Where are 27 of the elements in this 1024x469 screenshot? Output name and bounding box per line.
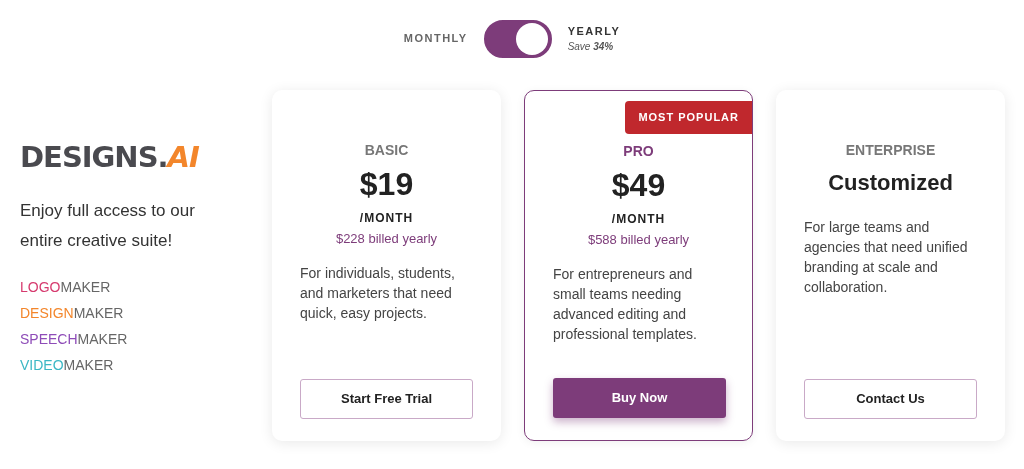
billed-amount: $588 billed yearly	[586, 231, 691, 249]
billing-toggle[interactable]	[483, 19, 552, 58]
product-link[interactable]: SPEECHMAKER	[20, 330, 128, 348]
plan-price: $49	[610, 166, 667, 205]
plan-button[interactable]: Contact Us	[804, 379, 977, 419]
plan-name: BASIC	[363, 141, 410, 160]
billing-label[interactable]: MONTHLY	[403, 30, 468, 47]
popular-badge: MOST POPULAR	[625, 101, 752, 134]
product-link[interactable]: DESIGNMAKER	[20, 304, 124, 322]
plan-price: $19	[358, 165, 415, 204]
price-period: /MONTH	[358, 210, 415, 227]
billing-label[interactable]: YEARLY	[567, 22, 621, 40]
billed-amount: $228 billed yearly	[334, 230, 439, 248]
plan-price: Customized	[827, 169, 954, 197]
plan-description: For large teams and agencies that need unified branding at scale and collaboration.	[804, 218, 969, 297]
plan-button[interactable]: Start Free Trial	[300, 379, 473, 419]
plan-name: PRO	[622, 142, 655, 161]
plan-name: ENTERPRISE	[844, 141, 937, 160]
plan-button[interactable]: Buy Now	[553, 378, 726, 418]
logo: DESIGNS.AI	[20, 142, 200, 172]
tagline: Enjoy full access to our entire creative suite!	[20, 200, 196, 252]
product-link[interactable]: VIDEOMAKER	[20, 356, 114, 374]
price-period: /MONTH	[610, 211, 667, 228]
plan-description: For entrepreneurs and small teams needing advanced editing and professional templates.	[553, 264, 698, 344]
savings-note: Save 34%	[567, 40, 615, 55]
product-link[interactable]: LOGOMAKER	[20, 278, 111, 296]
plan-description: For individuals, students, and marketers that need quick, easy projects.	[300, 263, 456, 323]
